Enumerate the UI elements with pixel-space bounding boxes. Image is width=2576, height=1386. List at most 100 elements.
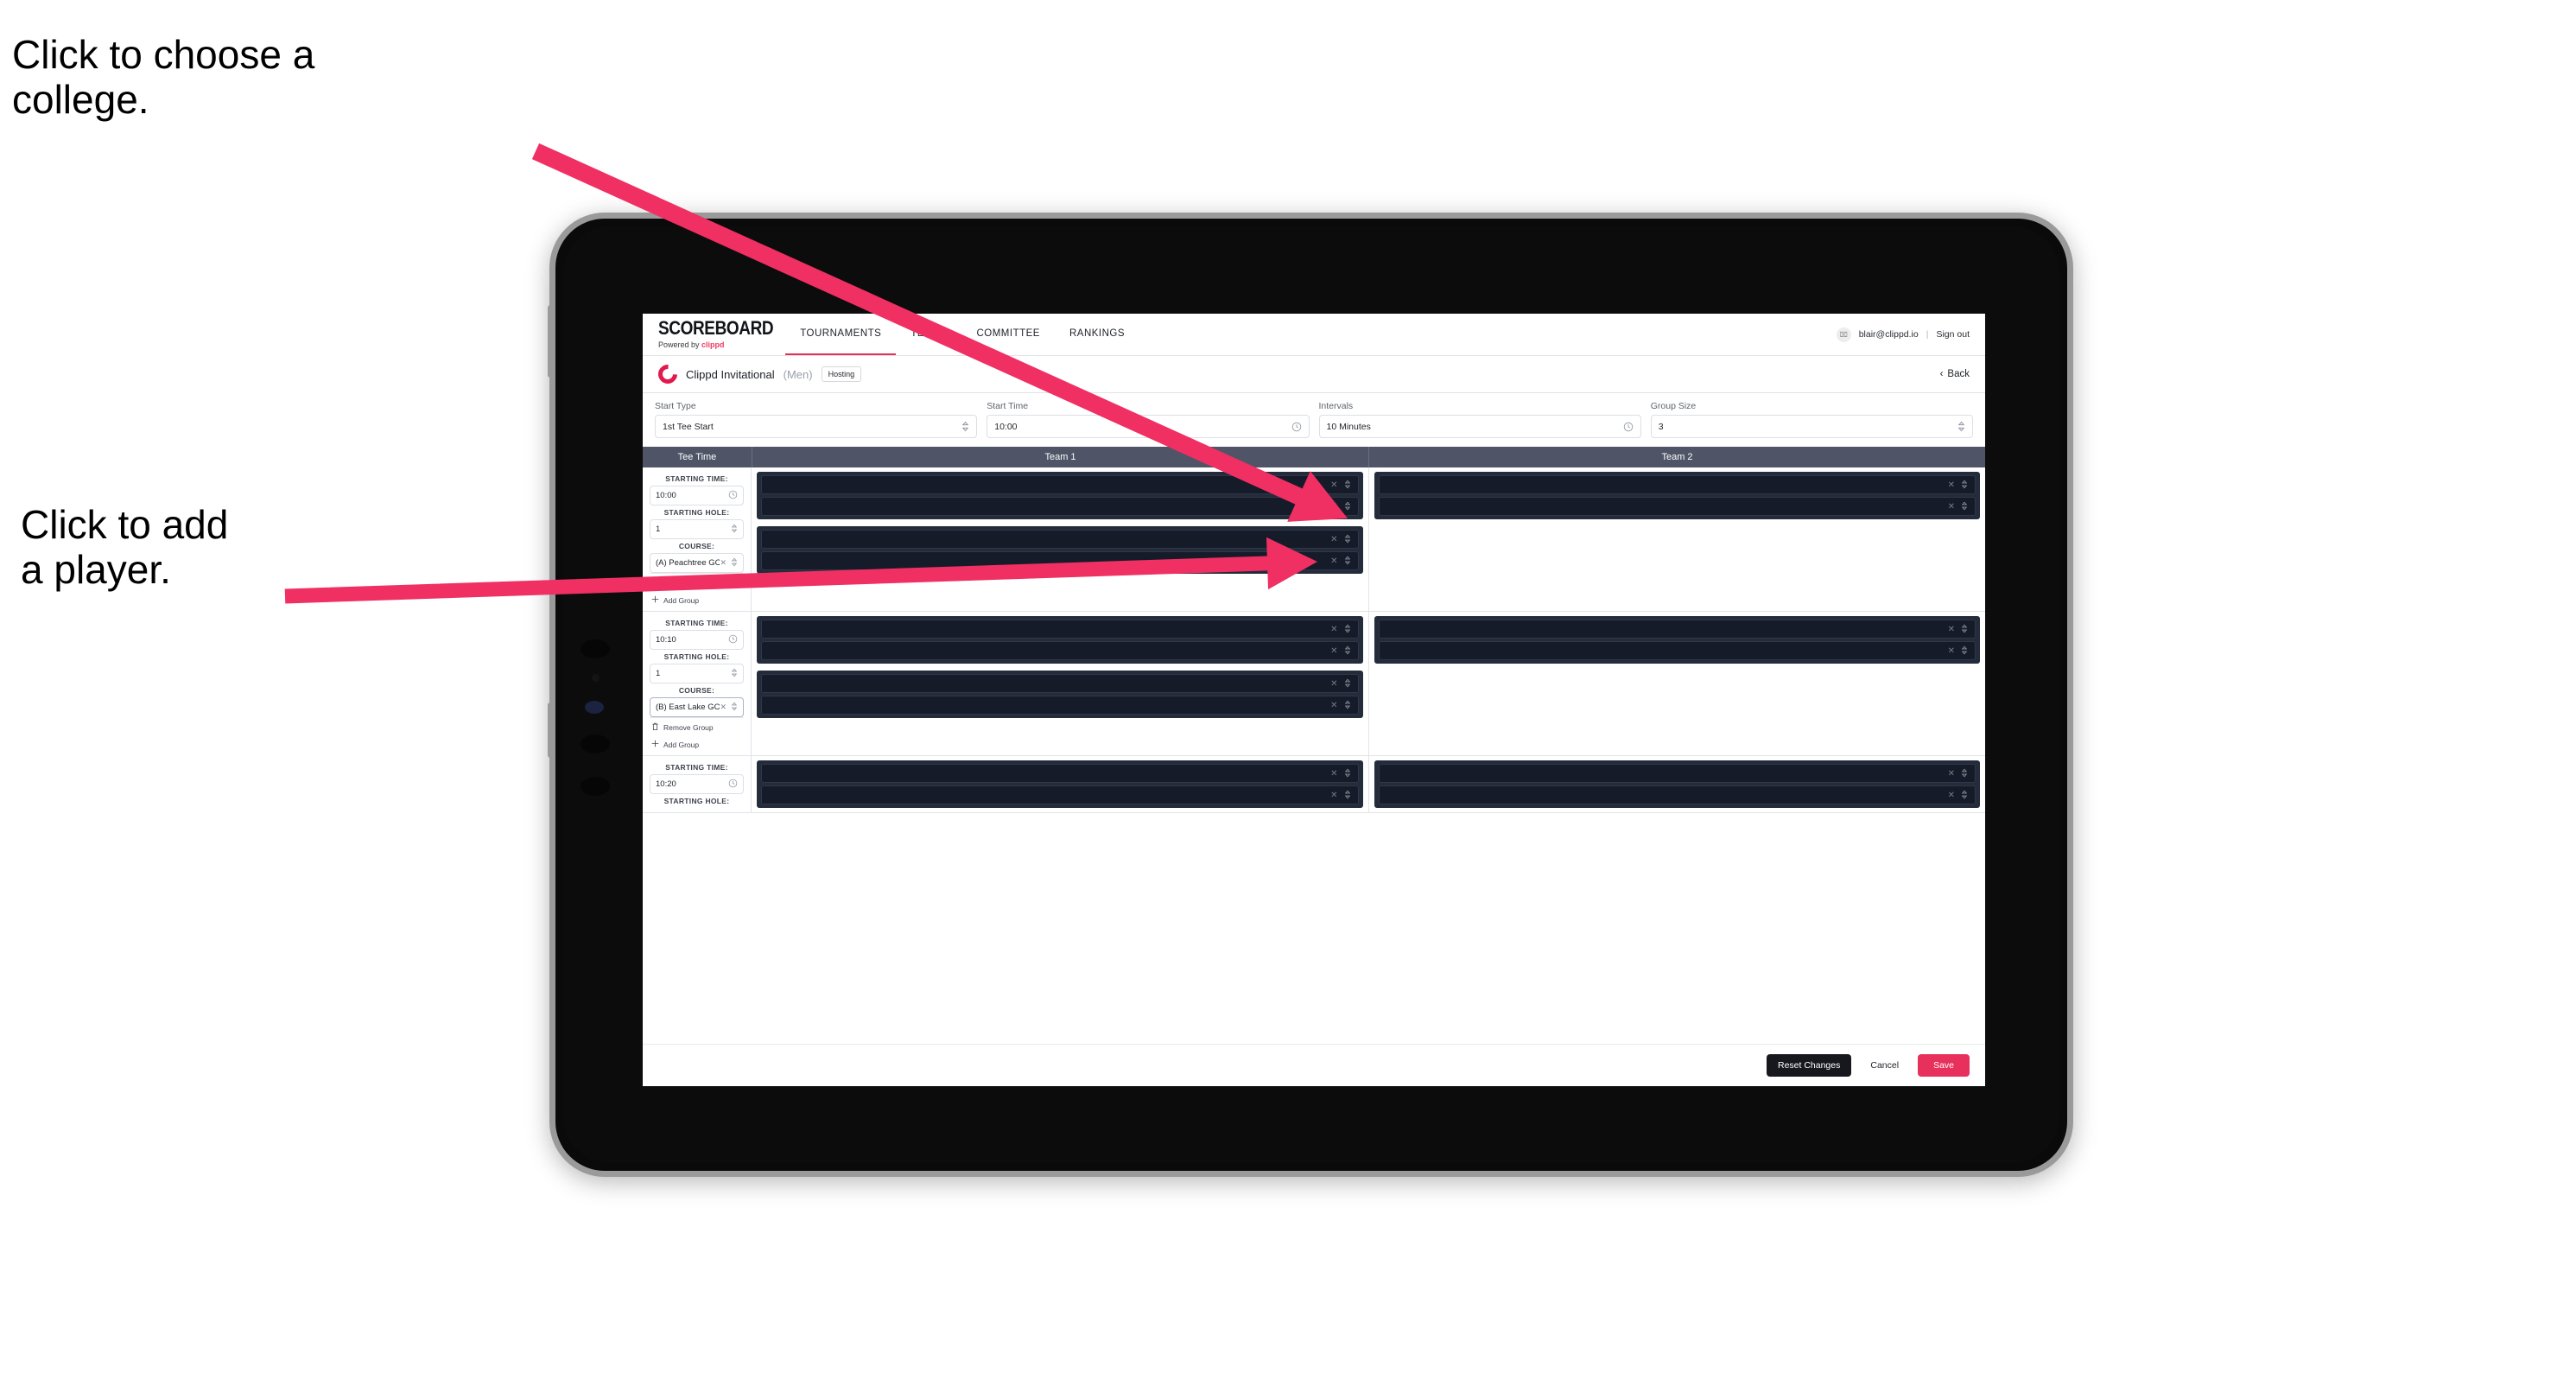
remove-group-button[interactable]: Remove Group	[650, 717, 744, 735]
player-slot[interactable]: ✕	[761, 475, 1359, 494]
clear-course-icon[interactable]: ✕	[720, 558, 726, 568]
clear-player-icon[interactable]: ✕	[1948, 646, 1955, 656]
team-1-column: ✕ ✕	[752, 756, 1369, 812]
stepper-icon[interactable]	[1961, 480, 1968, 491]
table-row: STARTING TIME: 10:00 STARTING HOLE: 1 COURSE…	[643, 467, 1985, 612]
player-slot[interactable]: ✕	[761, 696, 1359, 715]
player-slot[interactable]: ✕	[1378, 764, 1976, 783]
start-time-input[interactable]: 10:00	[987, 415, 1310, 438]
player-slot[interactable]: ✕	[761, 497, 1359, 516]
stepper-icon[interactable]	[1344, 556, 1351, 567]
stepper-icon[interactable]	[1344, 678, 1351, 690]
avatar[interactable]: ⌧	[1836, 327, 1851, 342]
stepper-icon[interactable]	[731, 557, 738, 569]
stepper-icon[interactable]	[1961, 645, 1968, 657]
clear-player-icon[interactable]: ✕	[1330, 535, 1337, 544]
clock-icon[interactable]	[728, 779, 738, 791]
player-slot[interactable]: ✕	[1378, 620, 1976, 639]
starting-hole-select[interactable]: 1	[650, 664, 744, 683]
add-group-button[interactable]: Add Group	[650, 735, 744, 752]
stepper-icon[interactable]	[1957, 421, 1965, 432]
label-starting-time: STARTING TIME:	[665, 763, 728, 772]
stepper-icon[interactable]	[1961, 501, 1968, 512]
stepper-icon[interactable]	[731, 702, 738, 714]
back-button[interactable]: ‹ Back	[1940, 369, 1970, 379]
stepper-icon[interactable]	[1344, 624, 1351, 635]
clear-player-icon[interactable]: ✕	[1948, 480, 1955, 490]
starting-time-input[interactable]: 10:20	[650, 774, 744, 794]
remove-group-button[interactable]: Remove Group	[650, 573, 744, 591]
clear-player-icon[interactable]: ✕	[1330, 625, 1337, 634]
clear-player-icon[interactable]: ✕	[1330, 646, 1337, 656]
reset-changes-button[interactable]: Reset Changes	[1766, 1054, 1852, 1077]
intervals-input[interactable]: 10 Minutes	[1318, 415, 1641, 438]
stepper-icon[interactable]	[1344, 534, 1351, 545]
label-starting-time: STARTING TIME:	[665, 619, 728, 627]
stepper-icon[interactable]	[961, 421, 969, 432]
player-slot[interactable]: ✕	[761, 785, 1359, 804]
back-label: Back	[1947, 369, 1970, 379]
label-intervals: Intervals	[1318, 401, 1354, 411]
label-start-time: Start Time	[987, 401, 1029, 411]
starting-time-input[interactable]: 10:00	[650, 486, 744, 505]
player-slot[interactable]: ✕	[1378, 641, 1976, 660]
sign-out-link[interactable]: Sign out	[1936, 329, 1970, 340]
clear-player-icon[interactable]: ✕	[1330, 791, 1337, 800]
player-slot[interactable]: ✕	[761, 674, 1359, 693]
scoreboard-logo[interactable]: SCOREBOARD Powered by clippd	[643, 314, 785, 355]
clear-player-icon[interactable]: ✕	[1948, 791, 1955, 800]
add-group-button[interactable]: Add Group	[650, 591, 744, 607]
stepper-icon[interactable]	[731, 524, 738, 536]
save-button[interactable]: Save	[1918, 1054, 1970, 1077]
stepper-icon[interactable]	[1344, 480, 1351, 491]
stepper-icon[interactable]	[1344, 501, 1351, 512]
tournament-header-bar: Clippd Invitational (Men) Hosting ‹ Back	[643, 356, 1985, 393]
volume-down-button[interactable]	[548, 703, 553, 758]
clock-icon[interactable]	[1291, 422, 1302, 432]
clock-icon[interactable]	[728, 490, 738, 502]
status-badge: Hosting	[821, 366, 862, 382]
stepper-icon[interactable]	[1961, 790, 1968, 801]
player-slot[interactable]: ✕	[761, 641, 1359, 660]
player-slot[interactable]: ✕	[761, 764, 1359, 783]
volume-up-button[interactable]	[548, 305, 553, 378]
clear-player-icon[interactable]: ✕	[1330, 769, 1337, 779]
stepper-icon[interactable]	[1961, 624, 1968, 635]
clear-player-icon[interactable]: ✕	[1948, 502, 1955, 512]
stepper-icon[interactable]	[731, 668, 738, 680]
clear-player-icon[interactable]: ✕	[1330, 480, 1337, 490]
intervals-value: 10 Minutes	[1326, 421, 1371, 432]
course-select[interactable]: (A) Peachtree GC ✕	[650, 553, 744, 573]
clear-player-icon[interactable]: ✕	[1948, 625, 1955, 634]
nav-item-committee[interactable]: COMMITTEE	[961, 314, 1055, 355]
clock-icon[interactable]	[728, 634, 738, 646]
player-slot[interactable]: ✕	[1378, 497, 1976, 516]
clear-player-icon[interactable]: ✕	[1948, 769, 1955, 779]
clock-icon[interactable]	[1623, 422, 1634, 432]
group-size-select[interactable]: 3	[1650, 415, 1973, 438]
stepper-icon[interactable]	[1961, 768, 1968, 779]
clear-player-icon[interactable]: ✕	[1330, 679, 1337, 689]
starting-hole-select[interactable]: 1	[650, 519, 744, 539]
stepper-icon[interactable]	[1344, 768, 1351, 779]
stepper-icon[interactable]	[1344, 645, 1351, 657]
cancel-button[interactable]: Cancel	[1862, 1054, 1907, 1077]
start-type-select[interactable]: 1st Tee Start	[655, 415, 978, 438]
starting-time-input[interactable]: 10:10	[650, 630, 744, 650]
player-slot[interactable]: ✕	[761, 620, 1359, 639]
nav-item-tournaments[interactable]: TOURNAMENTS	[785, 314, 897, 355]
player-slot[interactable]: ✕	[1378, 475, 1976, 494]
nav-item-rankings[interactable]: RANKINGS	[1055, 314, 1139, 355]
player-slot[interactable]: ✕	[1378, 785, 1976, 804]
stepper-icon[interactable]	[1344, 700, 1351, 711]
clear-player-icon[interactable]: ✕	[1330, 556, 1337, 566]
course-select[interactable]: (B) East Lake GC ✕	[650, 697, 744, 717]
clear-player-icon[interactable]: ✕	[1330, 701, 1337, 710]
nav-item-teams[interactable]: TEAMS	[896, 314, 961, 355]
clear-course-icon[interactable]: ✕	[720, 703, 726, 712]
stepper-icon[interactable]	[1344, 790, 1351, 801]
player-slot[interactable]: ✕	[761, 551, 1359, 570]
player-slot[interactable]: ✕	[761, 530, 1359, 549]
clear-player-icon[interactable]: ✕	[1330, 502, 1337, 512]
plus-icon	[651, 595, 659, 605]
